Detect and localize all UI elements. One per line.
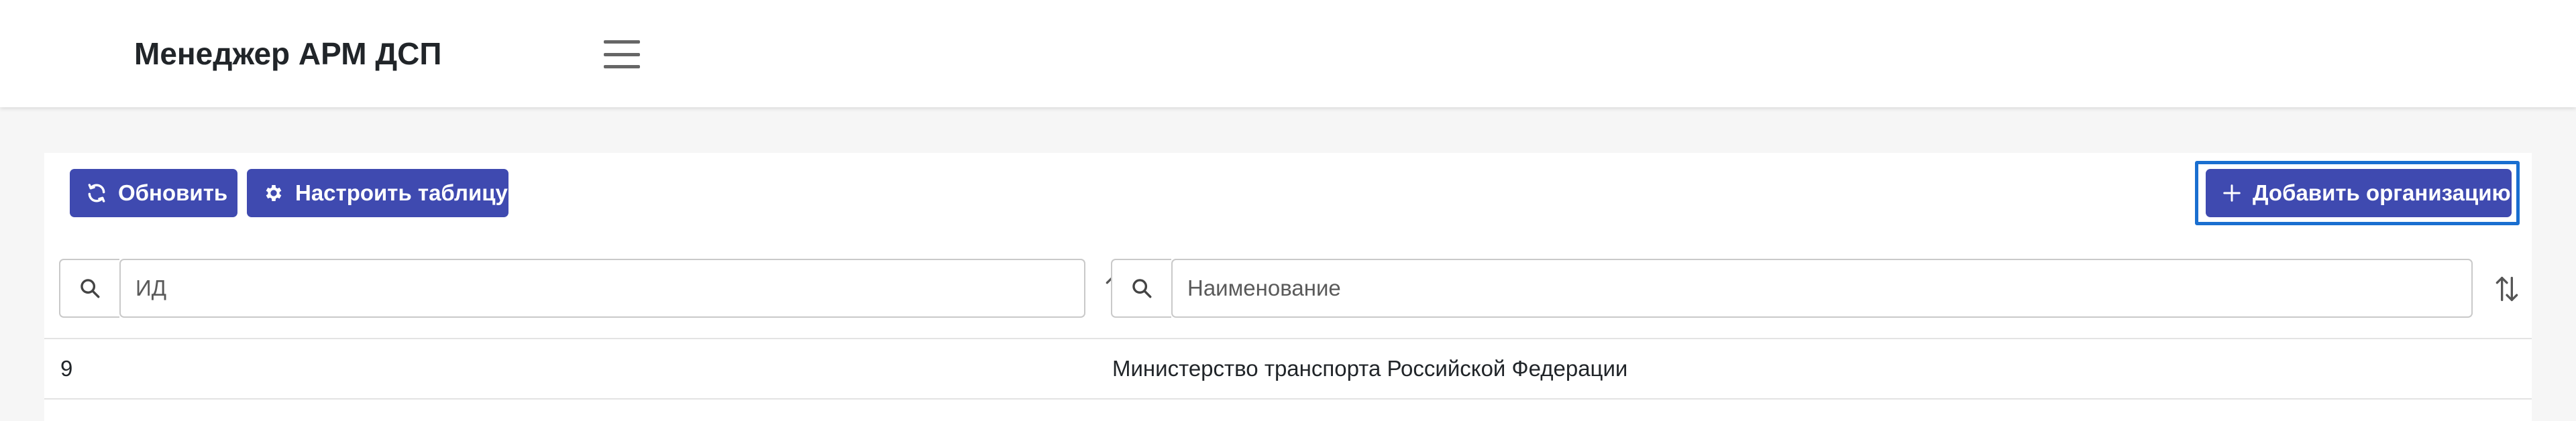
plus-icon: [2223, 184, 2241, 202]
gear-icon: [266, 185, 282, 201]
row-divider: [44, 398, 2532, 400]
configure-table-button[interactable]: Настроить таблицу: [247, 169, 508, 217]
name-filter-input[interactable]: [1171, 259, 2473, 318]
id-filter: [59, 259, 1085, 318]
cell-name: Министерство транспорта Российской Федер…: [1112, 356, 1628, 381]
organizations-panel: Обновить Настроить таблицу Добавить орга…: [44, 153, 2532, 421]
id-filter-input[interactable]: [119, 259, 1085, 318]
configure-table-button-label: Настроить таблицу: [295, 180, 508, 205]
add-organization-button[interactable]: Добавить организацию: [2206, 169, 2512, 217]
search-icon: [1111, 259, 1171, 318]
app-title: Менеджер АРМ ДСП: [134, 36, 442, 71]
name-filter: [1111, 259, 2473, 318]
refresh-button[interactable]: Обновить: [70, 169, 237, 217]
sort-icon[interactable]: [2489, 271, 2525, 307]
hamburger-icon[interactable]: [604, 40, 640, 68]
cell-id: 9: [60, 356, 73, 381]
refresh-icon: [88, 184, 105, 202]
table-row[interactable]: 9 Министерство транспорта Российской Фед…: [44, 339, 2532, 398]
search-icon: [59, 259, 119, 318]
refresh-button-label: Обновить: [118, 180, 228, 205]
add-organization-button-label: Добавить организацию: [2253, 180, 2511, 205]
app-header: Менеджер АРМ ДСП: [0, 0, 2576, 107]
